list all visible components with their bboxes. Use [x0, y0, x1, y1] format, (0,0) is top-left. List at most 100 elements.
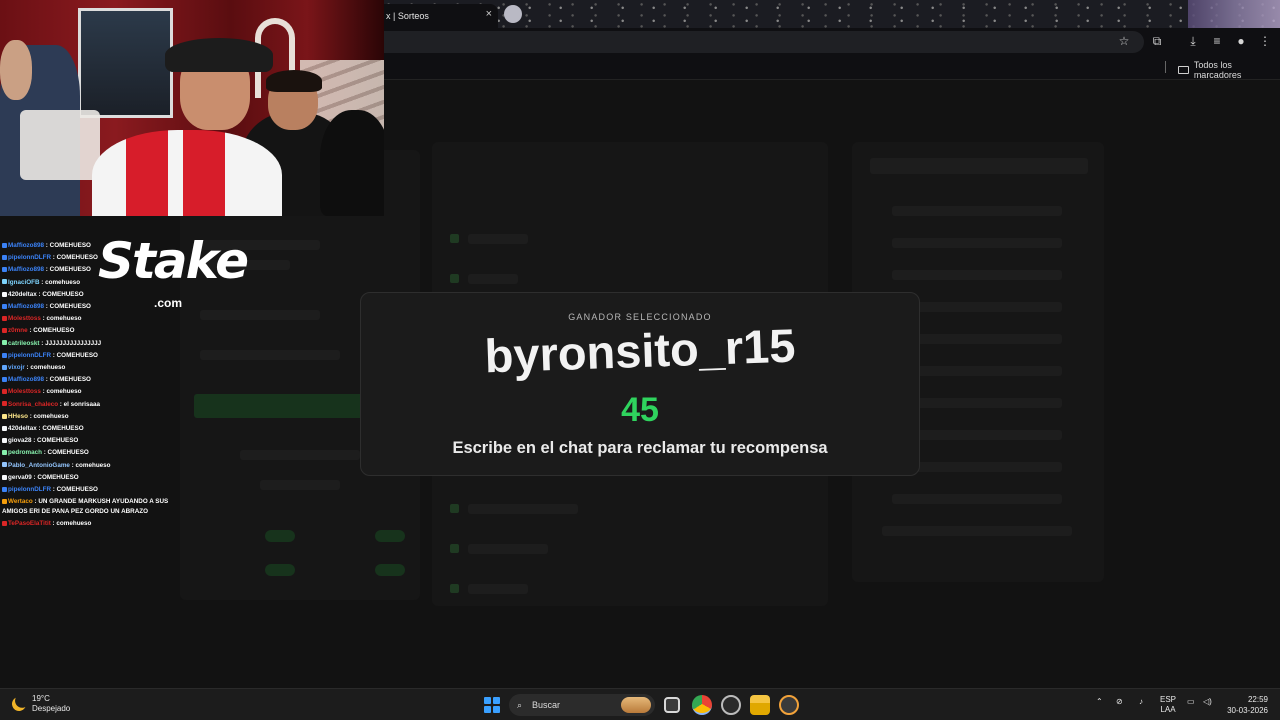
download-icon[interactable]: ⤓: [1184, 32, 1202, 50]
chat-message: pipelonnDLFR : COMEHUESO: [2, 350, 182, 362]
chrome-icon[interactable]: [692, 695, 712, 715]
chat-badge-icon: [2, 316, 7, 322]
chat-text: : COMEHUESO: [44, 266, 91, 274]
webcam-person: [92, 130, 282, 216]
network-off-icon[interactable]: ⊘: [1116, 697, 1123, 706]
chat-username[interactable]: Wertaco: [8, 498, 33, 505]
chat-username[interactable]: TePasoElaTitit: [8, 520, 51, 527]
chat-username[interactable]: HHeso: [8, 413, 28, 420]
chat-username[interactable]: Molesttoss: [8, 388, 41, 395]
microphone-icon[interactable]: ♪: [1139, 697, 1143, 706]
windows-taskbar: 19°C Despejado ⌕ Buscar ⌃ ⊘ ♪ ESP LAA ▭ …: [0, 688, 1280, 720]
toggle[interactable]: [265, 564, 295, 576]
bookmark-star-icon[interactable]: ☆: [1115, 32, 1133, 50]
ghost-row: [240, 450, 360, 460]
chevron-up-icon[interactable]: ⌃: [1096, 697, 1103, 706]
chat-message: Molesttoss : comehueso: [2, 386, 182, 398]
ghost-row: [892, 238, 1062, 248]
chat-username[interactable]: giova28: [8, 437, 31, 444]
system-clock[interactable]: 22:59 30-03-2026: [1227, 694, 1268, 716]
chat-username[interactable]: Maffiozo898: [8, 303, 44, 310]
media-player-icon[interactable]: [779, 695, 799, 715]
chat-text: : COMEHUESO: [27, 327, 75, 335]
chat-username[interactable]: 420deltax: [8, 425, 37, 432]
weather-description: Despejado: [32, 704, 71, 713]
chat-text: : comehueso: [24, 364, 66, 372]
chat-username[interactable]: pedromach: [8, 449, 42, 456]
address-bar[interactable]: [384, 31, 1144, 53]
chat-username[interactable]: pipelonnDLFR: [8, 352, 51, 359]
chat-text: : COMEHUESO: [44, 242, 91, 249]
tab-sorteos[interactable]: x | Sorteos ×: [384, 4, 498, 28]
chat-username[interactable]: Maffiozo898: [8, 376, 44, 383]
chat-badge-icon: [2, 413, 7, 419]
all-bookmarks-button[interactable]: Todos los marcadores: [1178, 60, 1280, 80]
chat-badge-icon: [2, 438, 7, 444]
toggle[interactable]: [375, 530, 405, 542]
taskbar-search[interactable]: ⌕ Buscar: [509, 694, 655, 716]
chat-text: : COMEHUESO: [44, 303, 91, 311]
participant-checkbox[interactable]: [450, 544, 459, 553]
participant-checkbox[interactable]: [450, 584, 459, 593]
bookmarks-divider: [1165, 61, 1166, 73]
display-icon[interactable]: ▭: [1187, 697, 1195, 706]
webcam-person: [165, 38, 273, 72]
weather-widget[interactable]: 19°C Despejado: [12, 694, 70, 714]
chat-badge-icon: [2, 377, 7, 383]
chat-badge-icon: [2, 389, 7, 395]
participant-checkbox[interactable]: [450, 234, 459, 243]
chat-badge-icon: [2, 352, 7, 358]
chat-username[interactable]: Molesttoss: [8, 315, 41, 322]
chat-username[interactable]: Sonrisa_chaleco: [8, 401, 58, 408]
chat-username[interactable]: pipelonnDLFR: [8, 254, 51, 261]
tabstrip-theme-image: [1188, 0, 1280, 28]
chat-username[interactable]: Pablo_AntonioGame: [8, 462, 70, 469]
menu-kebab-icon[interactable]: ⋮: [1256, 32, 1274, 50]
chat-username[interactable]: vixojr: [8, 364, 25, 371]
clock-date: 30-03-2026: [1227, 706, 1268, 715]
chat-username[interactable]: gerva09: [8, 474, 32, 481]
chat-text: : COMEHUESO: [31, 437, 79, 445]
start-button[interactable]: [484, 697, 500, 713]
participant-checkbox[interactable]: [450, 274, 459, 283]
extensions-icon[interactable]: ⧉: [1148, 32, 1166, 50]
stake-logo-word: Stake: [98, 232, 249, 290]
chat-username[interactable]: pipelonnDLFR: [8, 486, 51, 493]
toggle[interactable]: [265, 530, 295, 542]
chat-username[interactable]: z0mne: [8, 327, 28, 334]
chat-message: vixojr : comehueso: [2, 362, 182, 374]
task-view-icon[interactable]: [664, 697, 680, 713]
chat-username[interactable]: IgnaciOFB: [8, 279, 40, 286]
chat-username[interactable]: catrileoskt: [8, 340, 40, 347]
profile-avatar[interactable]: ●: [1232, 32, 1250, 50]
language-indicator[interactable]: ESP LAA: [1160, 695, 1176, 715]
ghost-row: [468, 274, 518, 284]
toggle[interactable]: [375, 564, 405, 576]
chat-username[interactable]: Maffiozo898: [8, 266, 44, 273]
weather-temperature: 19°C: [32, 694, 50, 703]
tab-close-icon[interactable]: ×: [486, 8, 492, 20]
volume-icon[interactable]: ◁): [1203, 697, 1212, 706]
media-control-icon[interactable]: ≡: [1208, 32, 1226, 50]
chat-username[interactable]: Maffiozo898: [8, 242, 44, 249]
file-explorer-icon[interactable]: [750, 695, 770, 715]
webcam-background-object: [20, 110, 100, 180]
chat-badge-icon: [2, 279, 7, 285]
chat-text: : COMEHUESO: [31, 473, 79, 481]
chat-message: pipelonnDLFR : COMEHUESO: [2, 484, 182, 496]
chat-badge-icon: [2, 364, 7, 370]
ghost-row: [468, 234, 528, 244]
chat-badge-icon: [2, 242, 7, 248]
obs-icon[interactable]: [721, 695, 741, 715]
tab-title: x | Sorteos: [386, 11, 429, 21]
chat-username[interactable]: 420deltax: [8, 291, 37, 298]
new-tab-button[interactable]: [504, 5, 522, 23]
chat-message: z0mne : COMEHUESO: [2, 325, 182, 337]
claim-instruction: Escribe en el chat para reclamar tu reco…: [452, 439, 828, 457]
participant-checkbox[interactable]: [450, 504, 459, 513]
chat-text: : COMEHUESO: [44, 376, 91, 384]
chat-text: : COMEHUESO: [51, 254, 98, 262]
winner-modal: GANADOR SELECCIONADO byronsito_r15 45 Es…: [360, 292, 920, 476]
stake-logo-domain: .com: [154, 296, 183, 310]
chat-message: giova28 : COMEHUESO: [2, 435, 182, 447]
